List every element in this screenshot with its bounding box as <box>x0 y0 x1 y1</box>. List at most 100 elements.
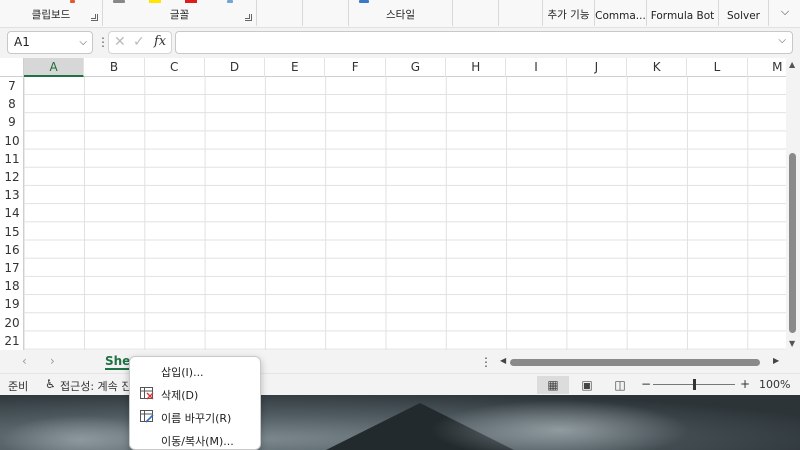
ribbon-group-style: 스타일 <box>349 0 453 26</box>
style-partial-icon <box>359 0 369 3</box>
alignment-partial-icon <box>227 0 233 3</box>
page-break-view-button[interactable]: ◫ <box>604 376 636 394</box>
column-header[interactable]: C <box>145 58 205 77</box>
row-header[interactable]: 18 <box>0 277 24 295</box>
row-header[interactable]: 9 <box>0 113 24 131</box>
ribbon-collapse-button[interactable]: ⌵ <box>776 4 794 20</box>
formula-input[interactable]: ⌵ <box>175 31 793 54</box>
ribbon-group-comma[interactable]: Comma... <box>595 0 647 26</box>
expand-formula-bar-icon[interactable]: ⌵ <box>778 35 786 46</box>
ribbon-group-label: 스타일 <box>386 9 415 21</box>
page-layout-view-button[interactable]: ▣ <box>571 376 603 394</box>
desktop-wallpaper <box>0 395 800 450</box>
column-header[interactable]: E <box>265 58 326 77</box>
row-header[interactable]: 21 <box>0 332 24 350</box>
vertical-scroll-thumb[interactable] <box>789 153 796 333</box>
ribbon-group-font: 글꼴 <box>103 0 257 26</box>
column-header[interactable]: B <box>84 58 145 77</box>
zoom-in-button[interactable]: + <box>740 377 750 391</box>
spreadsheet-grid[interactable]: ABCDEFGHIJKLM 7 8 9 10 11 12 13 14 15 16 17 18 19 20 2… <box>0 58 786 350</box>
vertical-scrollbar[interactable]: ▲ ▼ <box>786 58 800 350</box>
row-header[interactable]: 13 <box>0 186 24 204</box>
ribbon-group-formula-bot[interactable]: Formula Bot <box>647 0 719 26</box>
zoom-level[interactable]: 100% <box>759 378 790 391</box>
insert-function-button[interactable]: fx <box>154 34 166 49</box>
ribbon-group-cells <box>453 0 499 26</box>
scroll-up-icon[interactable]: ▲ <box>789 60 795 69</box>
row-header[interactable]: 11 <box>0 150 24 168</box>
formula-actions: ✕ ✓ fx <box>108 31 172 54</box>
next-sheet-icon[interactable]: › <box>50 354 55 368</box>
dialog-launcher-icon[interactable] <box>245 14 252 21</box>
row-header[interactable]: 10 <box>0 132 24 150</box>
highlight-color-swatch[interactable] <box>149 0 161 3</box>
column-header[interactable]: L <box>687 58 748 77</box>
row-header[interactable]: 20 <box>0 314 24 332</box>
page-layout-icon: ▣ <box>581 378 593 392</box>
zoom-out-button[interactable]: − <box>641 377 651 391</box>
row-header[interactable]: 12 <box>0 168 24 186</box>
row-header-bar: 7 8 9 10 11 12 13 14 15 16 17 18 19 20 21 <box>0 77 24 350</box>
ribbon-group-label: 추가 기능 <box>547 9 590 21</box>
grid-view-icon: ▦ <box>547 378 559 392</box>
menu-item-insert[interactable]: 삽입(I)... <box>130 360 260 382</box>
sheet-context-menu: 삽입(I)... 삭제(D) 이름 바꾸기(R) 이동/복사(M)... <box>129 356 261 450</box>
scroll-right-icon[interactable]: ▶ <box>773 356 779 365</box>
ribbon-group-label: Formula Bot <box>650 10 715 22</box>
menu-item-move-copy[interactable]: 이동/복사(M)... <box>130 429 260 450</box>
ribbon-group-addins[interactable]: 추가 기능 <box>543 0 595 26</box>
row-header[interactable]: 19 <box>0 295 24 313</box>
column-header[interactable]: H <box>446 58 507 77</box>
select-all-corner[interactable] <box>0 58 24 77</box>
clipboard-partial-icon <box>70 0 75 3</box>
horizontal-scroll-thumb[interactable] <box>510 359 760 366</box>
ribbon-group-label: Comma... <box>595 10 646 22</box>
column-header[interactable]: K <box>627 58 688 77</box>
ribbon-group-clipboard: 클립보드 <box>0 0 103 26</box>
more-vertical-icon[interactable]: ⋮ <box>480 355 492 369</box>
dialog-launcher-icon[interactable] <box>91 14 98 21</box>
ribbon-group-number <box>303 0 349 26</box>
accessibility-status[interactable]: 접근성: 계속 진 <box>60 378 131 394</box>
name-box-value: A1 <box>14 35 30 49</box>
row-header[interactable]: 16 <box>0 241 24 259</box>
row-header[interactable]: 7 <box>0 77 24 95</box>
name-box[interactable]: A1 ⌵ <box>7 31 93 54</box>
column-header[interactable]: M <box>748 58 786 77</box>
ribbon: 클립보드 글꼴 스타일 추가 기능 Comma... Formula Bot S… <box>0 0 800 28</box>
sheet-tab-strip: ‹ › Shee ⋮ ◀ ▶ <box>0 350 800 373</box>
menu-item-label: 삽입(I)... <box>161 366 204 379</box>
accessibility-icon[interactable]: ♿ <box>45 377 56 391</box>
column-header[interactable]: A <box>24 58 85 77</box>
normal-view-button[interactable]: ▦ <box>537 376 569 394</box>
prev-sheet-icon[interactable]: ‹ <box>22 354 27 368</box>
column-header-bar: ABCDEFGHIJKLM <box>0 58 786 77</box>
column-header[interactable]: D <box>205 58 266 77</box>
scroll-left-icon[interactable]: ◀ <box>500 356 506 365</box>
zoom-slider-thumb[interactable] <box>693 379 696 390</box>
delete-sheet-icon <box>140 387 154 400</box>
confirm-icon[interactable]: ✓ <box>133 34 145 50</box>
row-header[interactable]: 8 <box>0 95 24 113</box>
cell-area[interactable] <box>24 77 786 350</box>
rename-sheet-icon <box>140 410 154 423</box>
row-header[interactable]: 14 <box>0 204 24 222</box>
column-header[interactable]: G <box>386 58 447 77</box>
row-header[interactable]: 15 <box>0 223 24 241</box>
menu-item-label: 삭제(D) <box>161 389 199 402</box>
status-ready: 준비 <box>8 380 29 393</box>
menu-item-delete[interactable]: 삭제(D) <box>130 383 260 405</box>
chevron-down-icon[interactable]: ⌵ <box>79 32 87 53</box>
row-header[interactable]: 17 <box>0 259 24 277</box>
font-color-swatch[interactable] <box>185 0 197 3</box>
column-header[interactable]: I <box>506 58 567 77</box>
menu-item-rename[interactable]: 이름 바꾸기(R) <box>130 406 260 428</box>
scroll-down-icon[interactable]: ▼ <box>789 339 795 348</box>
border-partial-icon <box>113 0 125 3</box>
menu-item-label: 이동/복사(M)... <box>161 435 234 448</box>
column-header[interactable]: J <box>567 58 627 77</box>
ribbon-group-solver[interactable]: Solver <box>719 0 769 26</box>
cancel-icon[interactable]: ✕ <box>114 34 126 50</box>
column-header[interactable]: F <box>326 58 386 77</box>
ribbon-group-label: Solver <box>727 10 760 22</box>
